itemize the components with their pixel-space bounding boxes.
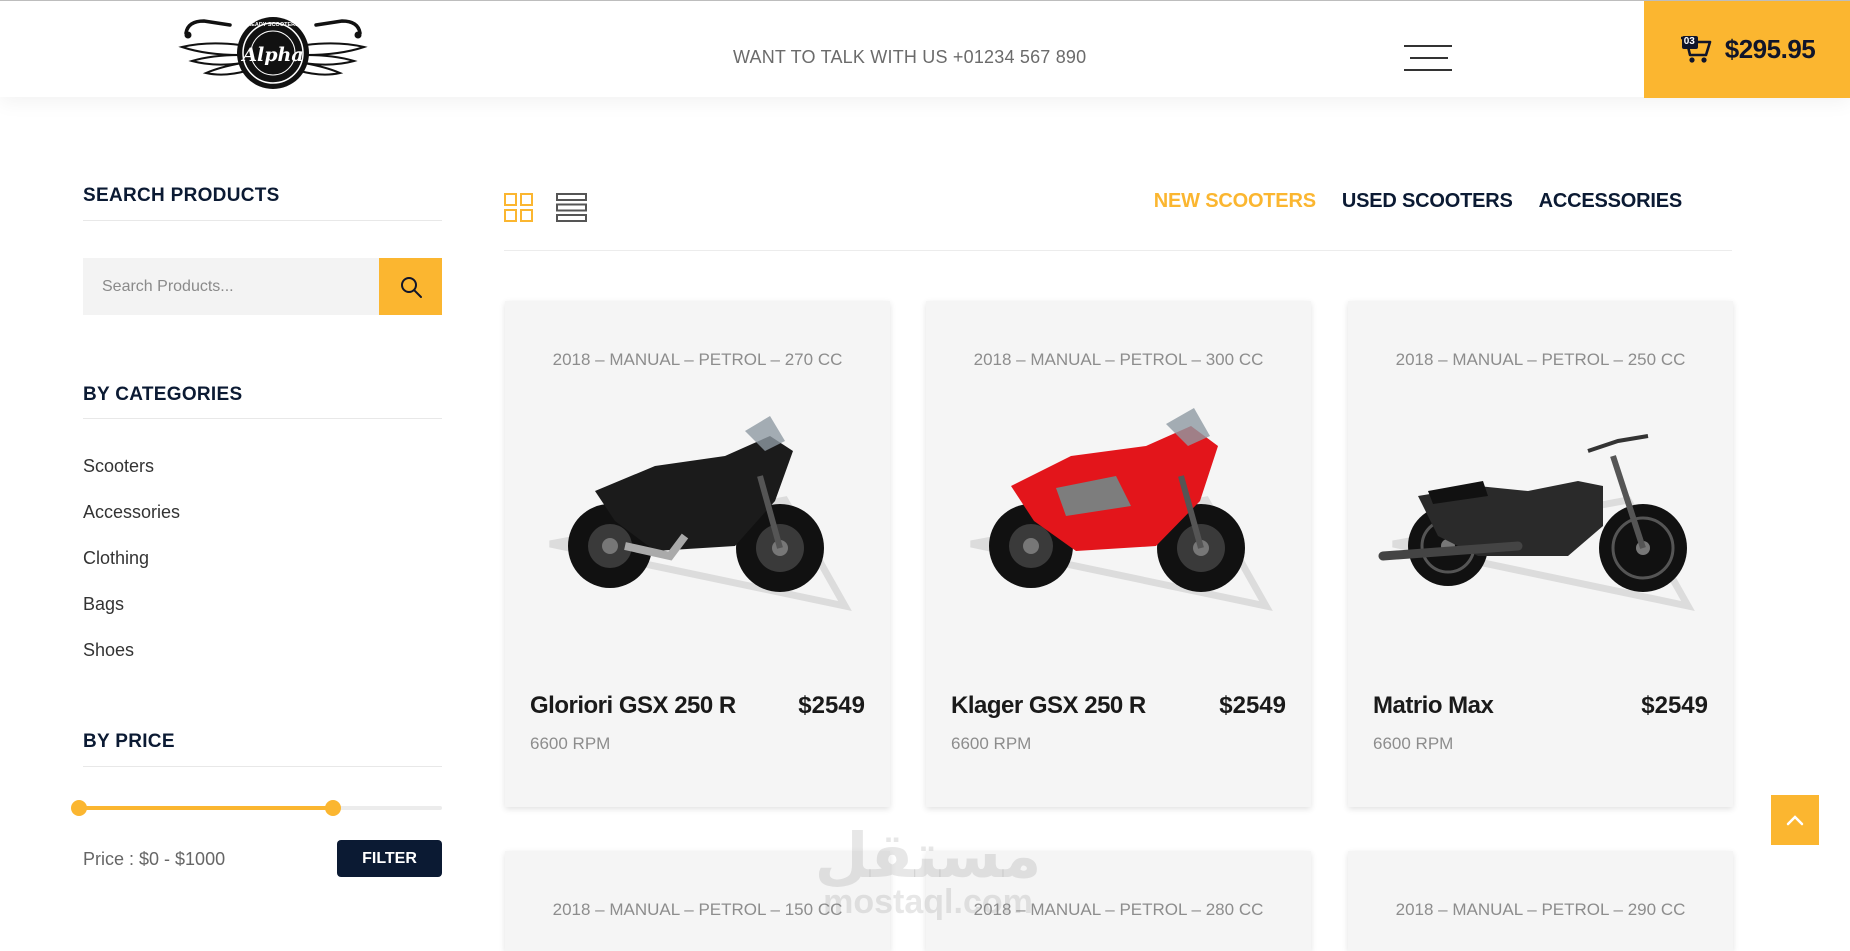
logo-text: Alpha (240, 44, 303, 66)
product-specs: 2018 – MANUAL – PETROL – 280 CC (973, 900, 1264, 919)
product-price: $2549 (798, 692, 865, 719)
category-list: Scooters Accessories Clothing Bags Shoes (83, 456, 180, 686)
product-image (956, 396, 1286, 626)
divider (83, 220, 442, 221)
product-rpm: 6600 RPM (530, 734, 611, 753)
divider (83, 766, 442, 767)
price-range-label: Price : $0 - $1000 (83, 849, 226, 869)
category-item[interactable]: Accessories (83, 502, 180, 548)
product-rpm: 6600 RPM (951, 734, 1032, 753)
product-name: Klager GSX 250 R (951, 692, 1146, 719)
search-button[interactable] (379, 258, 442, 315)
menu-icon[interactable] (1404, 43, 1452, 73)
product-specs: 2018 – MANUAL – PETROL – 150 CC (552, 900, 843, 919)
product-specs: 2018 – MANUAL – PETROL – 250 CC (1395, 350, 1686, 369)
product-search (83, 258, 442, 315)
slider-handle-max[interactable] (325, 800, 342, 816)
search-products-title: SEARCH PRODUCTS (83, 185, 280, 206)
product-card[interactable]: 2018 – MANUAL – PETROL – 270 CC Gloriori… (505, 301, 890, 807)
product-card[interactable]: 2018 – MANUAL – PETROL – 250 CC Matrio M… (1348, 301, 1733, 807)
back-to-top-button[interactable] (1771, 795, 1819, 845)
product-tabs: NEW SCOOTERS USED SCOOTERS ACCESSORIES (1154, 190, 1682, 213)
category-item[interactable]: Shoes (83, 640, 180, 686)
tab-used-scooters[interactable]: USED SCOOTERS (1342, 190, 1513, 213)
filter-button[interactable]: FILTER (337, 840, 442, 877)
search-input[interactable] (83, 258, 379, 315)
search-icon (400, 276, 422, 298)
category-item[interactable]: Bags (83, 594, 180, 640)
slider-fill (79, 806, 334, 810)
category-item[interactable]: Scooters (83, 456, 180, 502)
product-image (1378, 396, 1708, 626)
product-card[interactable]: 2018 – MANUAL – PETROL – 290 CC (1348, 851, 1733, 951)
product-price: $2549 (1641, 692, 1708, 719)
categories-title: BY CATEGORIES (83, 384, 243, 405)
category-item[interactable]: Clothing (83, 548, 180, 594)
tab-accessories[interactable]: ACCESSORIES (1539, 190, 1683, 213)
alpha-logo[interactable]: Alpha READY SCOOTERS (178, 11, 368, 91)
cart-total: $295.95 (1724, 34, 1816, 64)
slider-handle-min[interactable] (71, 800, 87, 816)
price-slider[interactable] (71, 800, 442, 816)
product-specs: 2018 – MANUAL – PETROL – 270 CC (552, 350, 843, 369)
product-card[interactable]: 2018 – MANUAL – PETROL – 300 CC Klager G… (926, 301, 1311, 807)
chevron-up-icon (1786, 815, 1804, 826)
logo-ring-text: READY SCOOTERS (247, 22, 299, 28)
product-card[interactable]: 2018 – MANUAL – PETROL – 280 CC (926, 851, 1311, 951)
divider (83, 418, 442, 419)
cart-count: 03 (1683, 35, 1695, 47)
grid-view-icon[interactable] (504, 193, 533, 222)
contact-text: WANT TO TALK WITH US +01234 567 890 (733, 47, 1087, 67)
product-specs: 2018 – MANUAL – PETROL – 290 CC (1395, 900, 1686, 919)
product-rpm: 6600 RPM (1373, 734, 1454, 753)
product-name: Gloriori GSX 250 R (530, 692, 736, 719)
product-image (535, 396, 865, 626)
price-title: BY PRICE (83, 731, 175, 752)
product-specs: 2018 – MANUAL – PETROL – 300 CC (973, 350, 1264, 369)
cart-button[interactable]: 03 $295.95 (1644, 1, 1850, 98)
product-price: $2549 (1219, 692, 1286, 719)
product-name: Matrio Max (1373, 692, 1494, 719)
site-header: Alpha READY SCOOTERS WANT TO TALK WITH U… (0, 0, 1850, 98)
cart-icon: 03 (1679, 35, 1713, 65)
list-view-icon[interactable] (556, 193, 587, 222)
product-card[interactable]: 2018 – MANUAL – PETROL – 150 CC (505, 851, 890, 951)
divider (504, 250, 1732, 251)
tab-new-scooters[interactable]: NEW SCOOTERS (1154, 190, 1316, 213)
